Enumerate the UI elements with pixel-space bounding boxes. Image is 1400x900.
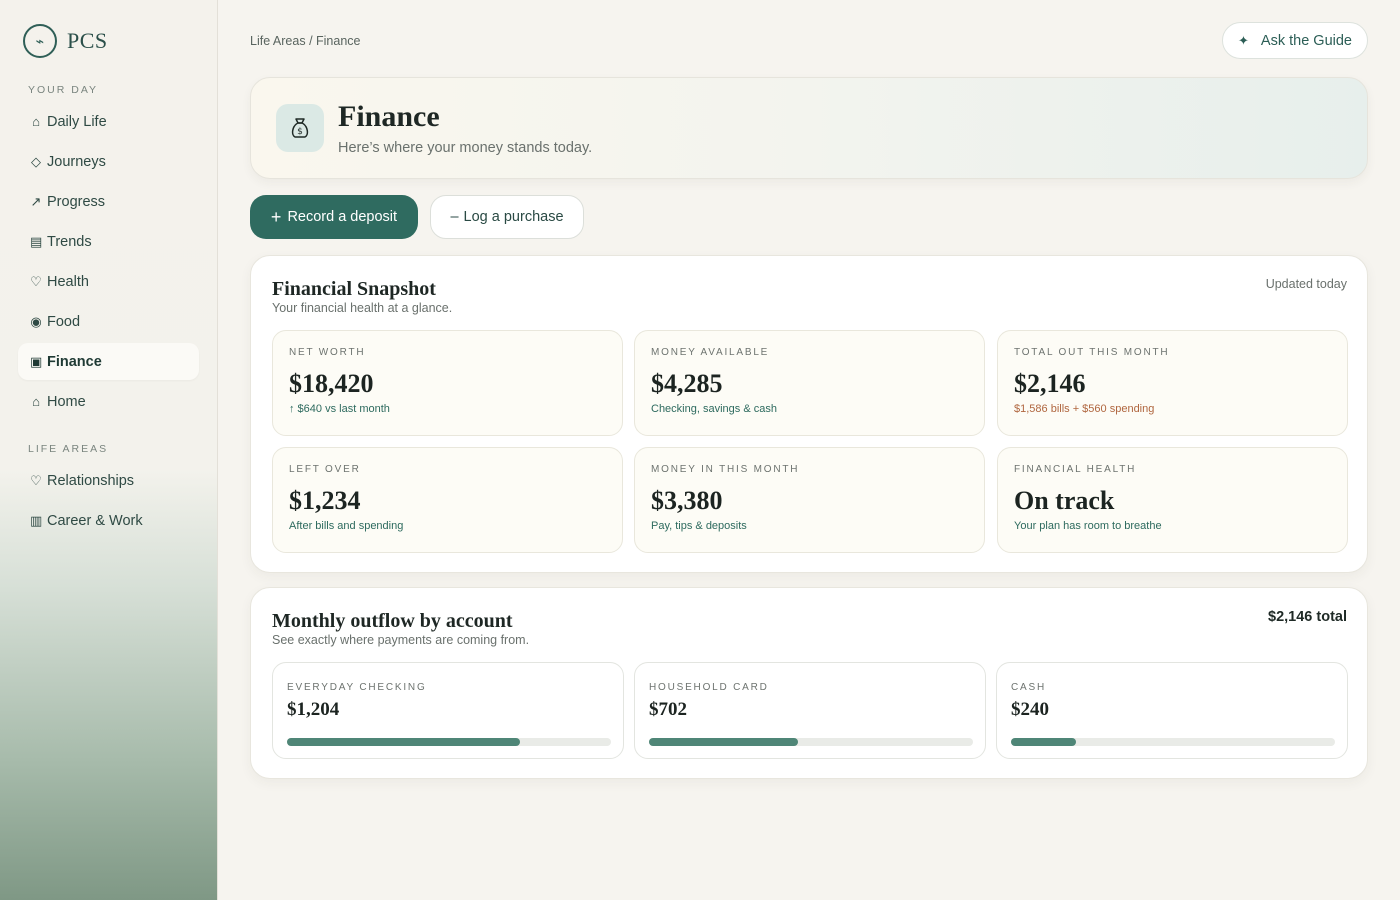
nav-section-your-day: YOUR DAY [28, 84, 99, 96]
sidebar-item-label: Progress [47, 193, 106, 210]
stat-note: ↑ $640 vs last month [289, 403, 390, 415]
sparkle-icon: ✦ [1238, 32, 1249, 48]
account-label: HOUSEHOLD CARD [649, 682, 769, 693]
arrow-up-right-icon: ↗ [30, 193, 42, 209]
ask-guide-button[interactable]: ✦ Ask the Guide [1222, 22, 1368, 59]
account-value: $1,204 [287, 699, 340, 720]
sidebar-item-home[interactable]: ⌂ Home [18, 383, 199, 420]
stat-note: Your plan has room to breathe [1014, 520, 1162, 532]
sidebar-item-label: Career & Work [47, 512, 143, 529]
stat-note: After bills and spending [289, 520, 404, 532]
account-card-household-card[interactable]: HOUSEHOLD CARD $702 [634, 662, 986, 759]
home-icon: ⌂ [32, 114, 40, 129]
page-title: Finance [338, 100, 440, 133]
stat-note: $1,586 bills + $560 spending [1014, 403, 1155, 415]
stat-label: LEFT OVER [289, 464, 361, 475]
heart-icon: ♡ [30, 273, 42, 289]
outflow-title: Monthly outflow by account [272, 610, 513, 632]
account-bar-track [1011, 738, 1335, 746]
stat-note: Pay, tips & deposits [651, 520, 747, 532]
sidebar-item-label: Food [47, 313, 81, 330]
outflow-total: $2,146 total [1268, 609, 1347, 625]
sidebar-item-daily-life[interactable]: ⌂ Daily Life [18, 103, 199, 140]
money-bag-icon: $ [276, 104, 324, 152]
stat-value: $18,420 [289, 369, 374, 398]
sidebar-item-label: Daily Life [47, 113, 107, 130]
sidebar-item-label: Home [47, 393, 86, 410]
stat-card-financial-health[interactable]: FINANCIAL HEALTH On track Your plan has … [997, 447, 1348, 553]
account-label: EVERYDAY CHECKING [287, 682, 427, 693]
stat-note: Checking, savings & cash [651, 403, 777, 415]
logo-icon: ⌁ [23, 24, 57, 58]
snapshot-updated: Updated today [1265, 277, 1347, 291]
account-bar-track [287, 738, 611, 746]
stat-value: $3,380 [651, 486, 723, 515]
home-icon: ⌂ [32, 394, 40, 409]
outflow-subtitle: See exactly where payments are coming fr… [272, 633, 530, 647]
sidebar-item-label: Health [47, 273, 89, 290]
plus-icon: + [270, 207, 282, 227]
diamond-icon: ◇ [31, 153, 41, 169]
nav-section-life-areas: LIFE AREAS [28, 443, 109, 455]
chart-lines-icon: ▤ [30, 233, 43, 249]
sidebar-item-career-work[interactable]: ▥ Career & Work [18, 502, 199, 539]
stat-card-money-in[interactable]: MONEY IN THIS MONTH $3,380 Pay, tips & d… [634, 447, 985, 553]
account-bar-fill [287, 738, 521, 746]
stat-card-left-over[interactable]: LEFT OVER $1,234 After bills and spendin… [272, 447, 623, 553]
sidebar-item-finance[interactable]: ▣ Finance [18, 343, 199, 380]
stat-label: MONEY AVAILABLE [651, 347, 770, 358]
account-card-everyday-checking[interactable]: EVERYDAY CHECKING $1,204 [272, 662, 624, 759]
record-deposit-button[interactable]: + Record a deposit [250, 195, 418, 239]
sidebar-item-health[interactable]: ♡ Health [18, 263, 199, 300]
account-value: $702 [649, 699, 687, 720]
sidebar-item-label: Journeys [47, 153, 106, 170]
sidebar-item-label: Finance [47, 353, 102, 370]
account-card-cash[interactable]: CASH $240 [996, 662, 1348, 759]
stat-label: TOTAL OUT THIS MONTH [1014, 347, 1170, 358]
log-purchase-label: Log a purchase [463, 209, 564, 225]
page-subtitle: Here’s where your money stands today. [338, 140, 593, 156]
sidebar-item-progress[interactable]: ↗ Progress [18, 183, 199, 220]
account-label: CASH [1011, 682, 1046, 693]
stat-label: FINANCIAL HEALTH [1014, 464, 1137, 475]
heart-icon: ♡ [30, 472, 42, 488]
finance-hero: $ Finance Here’s where your money stands… [250, 77, 1368, 179]
stat-card-net-worth[interactable]: NET WORTH $18,420 ↑ $640 vs last month [272, 330, 623, 436]
financial-snapshot-panel: Financial Snapshot Your financial health… [250, 255, 1368, 573]
snapshot-subtitle: Your financial health at a glance. [272, 301, 453, 315]
log-purchase-button[interactable]: – Log a purchase [430, 195, 584, 239]
sidebar-item-trends[interactable]: ▤ Trends [18, 223, 199, 260]
sidebar-item-relationships[interactable]: ♡ Relationships [18, 462, 199, 499]
sidebar-item-label: Relationships [47, 472, 135, 489]
account-bar-track [649, 738, 973, 746]
stat-card-money-available[interactable]: MONEY AVAILABLE $4,285 Checking, savings… [634, 330, 985, 436]
ask-guide-label: Ask the Guide [1260, 32, 1352, 49]
account-value: $240 [1011, 699, 1049, 720]
sidebar-item-label: Trends [47, 233, 92, 250]
sidebar-item-journeys[interactable]: ◇ Journeys [18, 143, 199, 180]
monthly-outflow-panel: Monthly outflow by account See exactly w… [250, 587, 1368, 779]
account-bar-fill [1011, 738, 1076, 746]
stat-card-total-out[interactable]: TOTAL OUT THIS MONTH $2,146 $1,586 bills… [997, 330, 1348, 436]
minus-icon: – [450, 209, 459, 225]
stat-label: NET WORTH [289, 347, 366, 358]
stat-value: $1,234 [289, 486, 361, 515]
account-bar-fill [649, 738, 799, 746]
circle-dot-icon: ◉ [30, 313, 42, 329]
stat-value: $2,146 [1014, 369, 1086, 398]
sidebar-item-food[interactable]: ◉ Food [18, 303, 199, 340]
sidebar: ⌁ PCS YOUR DAY ⌂ Daily Life ◇ Journeys ↗… [0, 0, 218, 900]
breadcrumb[interactable]: Life Areas / Finance [250, 34, 360, 48]
brand[interactable]: ⌁ PCS [23, 24, 108, 58]
snapshot-title: Financial Snapshot [272, 278, 436, 300]
brand-name: PCS [67, 28, 108, 53]
svg-text:$: $ [297, 127, 303, 137]
square-icon: ▣ [30, 353, 43, 369]
record-deposit-label: Record a deposit [287, 209, 398, 225]
stat-value: $4,285 [651, 369, 723, 398]
stat-value: On track [1014, 486, 1115, 515]
stat-label: MONEY IN THIS MONTH [651, 464, 800, 475]
briefcase-icon: ▥ [30, 512, 43, 528]
